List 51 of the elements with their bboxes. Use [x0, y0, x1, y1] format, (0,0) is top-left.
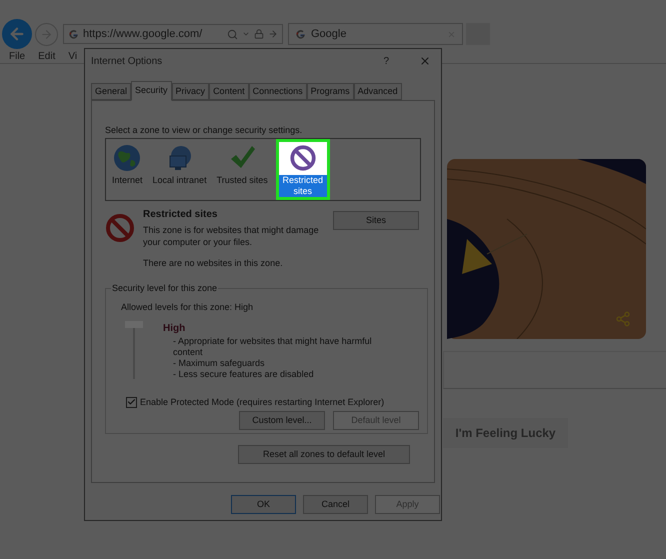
search-box[interactable]	[443, 351, 666, 389]
zone-description: This zone is for websites that might damage your computer or your files.	[143, 224, 320, 248]
group-title: Security level for this zone	[111, 282, 218, 296]
dialog-button[interactable]: Cancel	[303, 495, 368, 514]
zone-title: Restricted sites	[143, 208, 218, 222]
close-icon[interactable]	[419, 55, 431, 67]
dialog-tab[interactable]: Connections	[248, 83, 307, 100]
protected-mode-checkbox[interactable]	[126, 396, 137, 408]
zone-empty-note: There are no websites in this zone.	[143, 256, 284, 270]
go-arrow-icon	[268, 29, 278, 39]
level-name: High	[163, 322, 186, 336]
zone-item[interactable]: Trusted sites	[214, 138, 270, 200]
address-url: https://www.google.com/	[83, 26, 202, 42]
help-button[interactable]: ?	[383, 54, 389, 68]
zone-item[interactable]: Restricted sites	[276, 138, 330, 200]
level-description: - Less secure features are disabled	[172, 368, 315, 380]
no-entry-icon	[288, 144, 318, 172]
dialog-tab[interactable]: Privacy	[172, 83, 210, 100]
sites-button[interactable]: Sites	[333, 210, 419, 230]
dialog-button[interactable]: OK	[231, 495, 296, 514]
globe-icon	[113, 144, 142, 172]
check-icon	[127, 397, 136, 408]
slider-thumb[interactable]	[125, 320, 143, 328]
zone-item[interactable]: Local intranet	[150, 138, 209, 200]
level-description: - Appropriate for websites that might have harmful content	[172, 336, 373, 358]
menu-item[interactable]: Edit	[38, 49, 56, 64]
dropdown-caret-icon	[242, 30, 250, 38]
g-logo-icon	[295, 28, 306, 40]
level-button[interactable]: Custom level...	[239, 411, 325, 430]
back-button[interactable]	[2, 19, 32, 49]
menu-item[interactable]: Vi	[68, 49, 78, 64]
dialog-tab[interactable]: Content	[209, 83, 249, 100]
blocked-sign-icon	[105, 212, 135, 242]
zone-prompt: Select a zone to view or change security settings.	[105, 124, 304, 137]
reset-zones-button[interactable]: Reset all zones to default level	[238, 445, 410, 464]
dialog-tab[interactable]: General	[91, 83, 132, 100]
dialog-tab[interactable]: Security	[131, 81, 172, 101]
lock-icon	[254, 29, 264, 39]
window-title: Internet Options	[91, 54, 162, 68]
level-description: - Maximum safeguards	[172, 358, 266, 368]
zone-item[interactable]: Internet	[110, 138, 145, 200]
browser-tab[interactable]: Google	[288, 23, 463, 45]
g-logo-icon	[68, 28, 79, 40]
menu-item[interactable]: File	[9, 49, 26, 64]
protected-mode-label: Enable Protected Mode (requires restarting Internet Explorer)	[140, 396, 384, 409]
search-icon	[227, 28, 238, 40]
dialog-tab[interactable]: Programs	[306, 83, 354, 100]
allowed-levels-text: Allowed levels for this zone: High	[121, 301, 254, 314]
dialog-tab[interactable]: Advanced	[354, 83, 402, 100]
address-bar[interactable]: https://www.google.com/	[63, 24, 283, 44]
share-icon	[615, 311, 631, 327]
